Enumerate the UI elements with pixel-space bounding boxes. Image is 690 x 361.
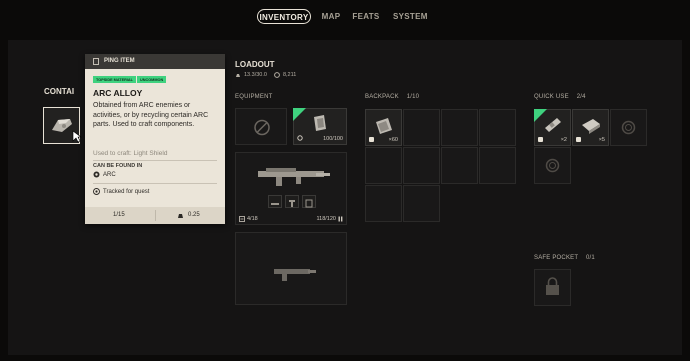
empty-quick-slot-icon xyxy=(621,120,636,135)
shield-durability: 100/100 xyxy=(323,136,343,142)
found-in-value: ARC xyxy=(103,171,116,178)
backpack-slot-10[interactable] xyxy=(403,185,440,222)
lock-icon xyxy=(546,277,559,295)
found-in-label: CAN BE FOUND IN xyxy=(93,163,143,169)
stack-size: 1/15 xyxy=(113,212,125,218)
empty-quick-slot-icon xyxy=(545,158,560,173)
shield-icon xyxy=(297,135,303,141)
ammo-icon xyxy=(338,216,343,222)
ping-item-label: PING ITEM xyxy=(104,58,135,64)
backpack-count: 1/10 xyxy=(406,94,420,100)
tag-rarity: UNCOMMON xyxy=(137,76,167,83)
quick-use-title: QUICK USE xyxy=(534,94,569,100)
weapon-ammo-type: 4/18 xyxy=(239,216,258,222)
tab-feats[interactable]: FEATS xyxy=(352,9,380,24)
underbarrel-icon xyxy=(289,200,295,207)
containers-title: CONTAI xyxy=(44,87,75,96)
arc-icon xyxy=(93,171,100,178)
item-rarity-dot xyxy=(369,137,374,142)
backpack-slot-7[interactable] xyxy=(441,147,478,184)
ping-item-header[interactable]: PING ITEM xyxy=(85,54,225,69)
quick-use-label: QUICK USE 2/4 xyxy=(534,94,586,100)
weapon-ammo-count: 118/120 xyxy=(316,216,336,222)
backpack-title: BACKPACK xyxy=(365,94,399,100)
quick-use-slot-3[interactable] xyxy=(610,109,647,146)
quick-use-slot-4[interactable] xyxy=(534,147,571,184)
backpack-slot-1[interactable]: ×60 xyxy=(365,109,402,146)
loadout-stats: 13.3/30.0 8,211 xyxy=(235,72,296,78)
tab-system[interactable]: SYSTEM xyxy=(393,9,427,24)
footer-divider xyxy=(155,210,156,221)
mod-slot-muzzle[interactable] xyxy=(268,195,282,208)
item-used-to-craft: Used to craft: Light Shield xyxy=(93,150,168,157)
backpack-slot-6[interactable] xyxy=(403,147,440,184)
quick-use-slot-1[interactable]: ×2 xyxy=(534,109,571,146)
item-rarity-dot xyxy=(538,137,543,142)
backpack-slot-9[interactable] xyxy=(365,185,402,222)
tag-topside-material: TOPSIDE MATERIAL xyxy=(93,76,136,83)
quest-tracking: Tracked for quest xyxy=(93,188,149,195)
augment-slot[interactable] xyxy=(235,108,287,145)
cursor-icon xyxy=(72,130,82,143)
weapon-ammo: 118/120 xyxy=(317,216,343,222)
backpack-slot-8[interactable] xyxy=(479,147,516,184)
backpack-slot-1-qty: ×60 xyxy=(388,137,398,143)
tooltip-divider xyxy=(93,183,217,184)
shield-slot[interactable]: 100/100 xyxy=(293,108,347,145)
loadout-title: LOADOUT xyxy=(235,60,275,69)
weight-icon xyxy=(236,74,240,77)
quest-note: Tracked for quest xyxy=(103,188,150,195)
weapon-slot-1[interactable]: 4/18 118/120 xyxy=(235,152,347,225)
ammo-type-icon xyxy=(239,216,245,222)
tab-inventory[interactable]: INVENTORY xyxy=(257,9,311,24)
safe-pocket-slot[interactable] xyxy=(534,269,571,306)
secondary-weapon-icon xyxy=(274,269,316,281)
found-in-source: ARC xyxy=(93,171,116,178)
muzzle-icon xyxy=(271,203,279,205)
item-rarity-dot xyxy=(576,137,581,142)
backpack-slot-2[interactable] xyxy=(403,109,440,146)
quick-use-slot-2-qty: ×5 xyxy=(598,137,605,143)
container-slot[interactable] xyxy=(43,107,82,144)
backpack-slot-5[interactable] xyxy=(365,147,402,184)
mod-slot-magazine[interactable] xyxy=(302,195,316,208)
ping-icon xyxy=(93,58,99,65)
tooltip-divider xyxy=(93,160,217,161)
weight-icon xyxy=(178,214,183,218)
backpack-label: BACKPACK 1/10 xyxy=(365,94,419,100)
magazine-icon xyxy=(305,199,313,208)
item-weight: 0.25 xyxy=(188,212,200,218)
tooltip-footer: 1/15 0.25 xyxy=(85,207,225,224)
weapon-slot-2[interactable] xyxy=(235,232,347,305)
quest-icon xyxy=(93,188,100,195)
coin-icon xyxy=(274,72,280,78)
item-tooltip: PING ITEM TOPSIDE MATERIAL UNCOMMON ARC … xyxy=(85,54,225,224)
quick-use-count: 2/4 xyxy=(576,94,586,100)
equipment-label: EQUIPMENT xyxy=(235,94,273,100)
safe-pocket-title: SAFE POCKET xyxy=(534,255,579,261)
backpack-slot-3[interactable] xyxy=(441,109,478,146)
backpack-slot-4[interactable] xyxy=(479,109,516,146)
loadout-weight: 13.3/30.0 xyxy=(244,72,267,78)
safe-pocket-count: 0/1 xyxy=(585,255,595,261)
item-description: Obtained from ARC enemies or activities,… xyxy=(93,102,209,128)
safe-pocket-label: SAFE POCKET 0/1 xyxy=(534,255,595,261)
weapon-mod-slots xyxy=(268,195,316,208)
loadout-value: 8,211 xyxy=(282,72,297,78)
quick-use-slot-1-qty: ×2 xyxy=(560,137,567,143)
mod-slot-underbarrel[interactable] xyxy=(285,195,299,208)
quick-use-slot-2[interactable]: ×5 xyxy=(572,109,609,146)
tab-map[interactable]: MAP xyxy=(319,9,343,24)
item-tags: TOPSIDE MATERIAL UNCOMMON xyxy=(93,76,167,83)
weapon-ammo-type-count: 4/18 xyxy=(247,216,258,222)
top-navigation: INVENTORY MAP FEATS SYSTEM xyxy=(0,0,690,34)
prohibited-icon xyxy=(254,119,270,136)
item-title: ARC ALLOY xyxy=(93,88,143,98)
